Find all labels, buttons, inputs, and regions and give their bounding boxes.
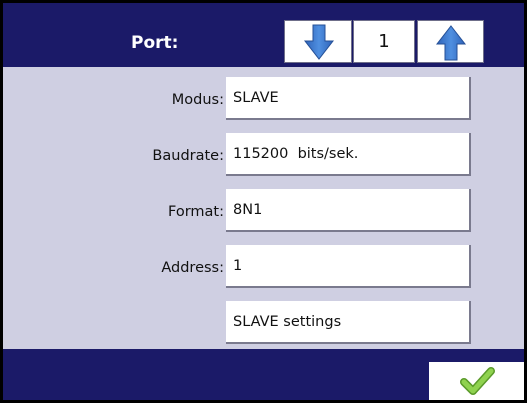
format-field[interactable]: 8N1 [226,189,471,232]
baudrate-field[interactable]: 115200 bits/sek. [226,133,471,176]
footer-bar [3,349,524,400]
device-frame: Port: 1 Modus: SLAVE Baudrate: 115200 bi… [0,0,527,403]
modus-label: Modus: [171,92,224,108]
format-label: Format: [168,204,224,220]
address-label: Address: [161,260,224,276]
checkmark-icon [460,367,495,395]
port-increment-button[interactable] [417,20,484,63]
slave-settings-button[interactable]: SLAVE settings [226,301,471,344]
baudrate-label: Baudrate: [152,148,224,164]
address-field[interactable]: 1 [226,245,471,288]
arrow-up-icon [435,25,467,61]
port-label: Port: [131,33,179,53]
header-bar: Port: 1 [3,3,524,67]
modus-field[interactable]: SLAVE [226,77,471,120]
ok-button[interactable] [429,362,524,400]
settings-screen: Port: 1 Modus: SLAVE Baudrate: 115200 bi… [3,3,524,400]
arrow-down-icon [303,24,335,60]
port-decrement-button[interactable] [284,20,352,63]
port-number-field[interactable]: 1 [353,20,415,63]
